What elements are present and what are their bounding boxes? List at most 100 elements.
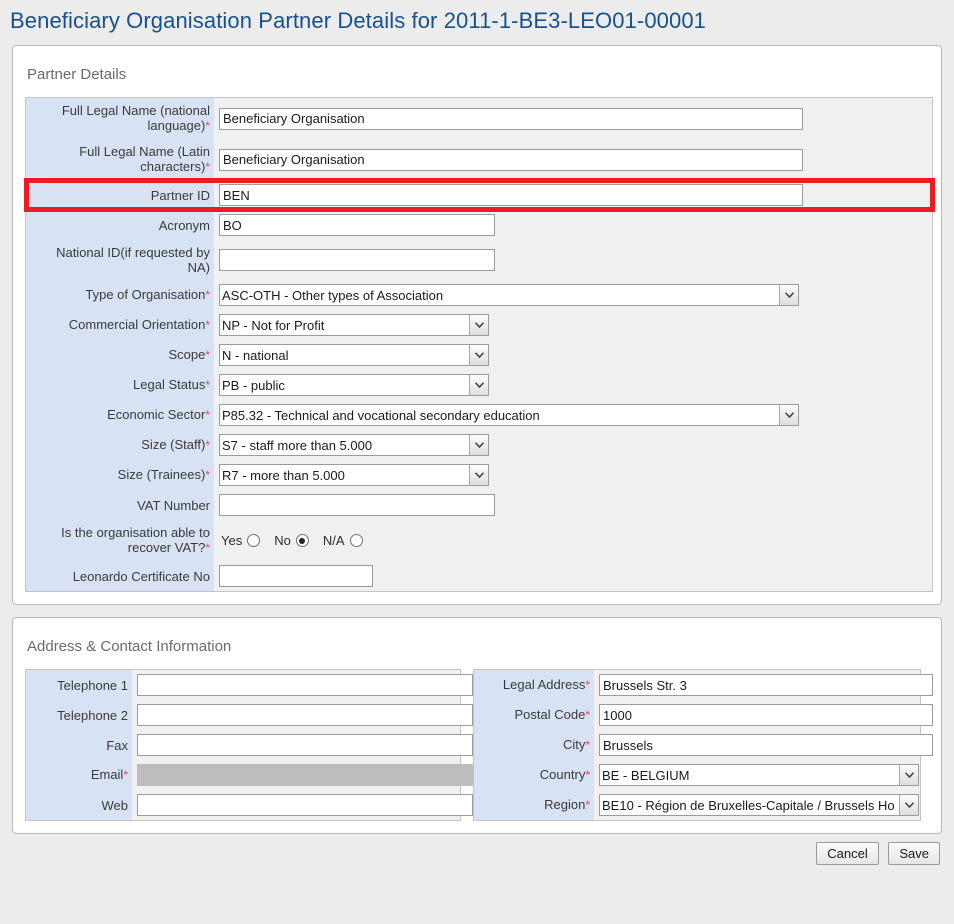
city-input[interactable] <box>599 734 933 756</box>
acronym-input[interactable] <box>219 214 495 236</box>
field-cell-telephone-1 <box>132 670 473 701</box>
field-cell-web <box>132 790 473 821</box>
address-contact-panel: Address & Contact Information Telephone … <box>12 617 942 834</box>
fax-input[interactable] <box>137 734 473 756</box>
field-cell-region: BE10 - Région de Bruxelles-Capitale / Br… <box>594 790 921 821</box>
legal-address-input[interactable] <box>599 674 933 696</box>
form-row-partner-id: Partner ID <box>25 180 933 210</box>
recover-vat-radio-na[interactable] <box>349 534 363 547</box>
field-label-email: Email* <box>25 760 132 790</box>
form-row-full-legal-name-national: Full Legal Name (national language)* <box>25 97 933 139</box>
field-cell-type-of-organisation: ASC-OTH - Other types of Association <box>214 280 933 310</box>
field-label-size-staff: Size (Staff)* <box>25 430 214 460</box>
required-marker: * <box>205 348 210 362</box>
full-legal-name-national-input[interactable] <box>219 107 803 130</box>
field-cell-partner-id <box>214 180 933 210</box>
size-trainees-select[interactable]: R7 - more than 5.000 <box>219 464 489 486</box>
address-contact-body: Telephone 1 Telephone 2 Fax Email* Web Legal… <box>13 655 941 833</box>
form-action-bar: Cancel Save <box>0 834 954 865</box>
required-marker: * <box>205 119 210 133</box>
scope-select-wrapper: N - national <box>219 344 489 366</box>
required-marker: * <box>585 798 590 812</box>
postal-code-input[interactable] <box>599 704 933 726</box>
scope-select[interactable]: N - national <box>219 344 489 366</box>
field-cell-city <box>594 730 933 760</box>
size-staff-select[interactable]: S7 - staff more than 5.000 <box>219 434 489 456</box>
type-of-organisation-select[interactable]: ASC-OTH - Other types of Association <box>219 284 799 306</box>
cancel-button[interactable]: Cancel <box>816 842 879 865</box>
field-label-scope: Scope* <box>25 340 214 370</box>
field-label-full-legal-name-latin: Full Legal Name (Latin characters)* <box>25 139 214 180</box>
field-cell-size-staff: S7 - staff more than 5.000 <box>214 430 933 460</box>
partner-id-input[interactable] <box>219 184 803 206</box>
field-label-partner-id: Partner ID <box>25 180 214 210</box>
form-row-fax: Fax <box>25 730 473 760</box>
form-row-size-staff: Size (Staff)* S7 - staff more than 5.000 <box>25 430 933 460</box>
form-row-country: Country* BE - BELGIUM <box>473 760 921 790</box>
telephone-2-input[interactable] <box>137 704 473 726</box>
economic-sector-select[interactable]: P85.32 - Technical and vocational second… <box>219 404 799 426</box>
form-row-city: City* <box>473 730 933 760</box>
form-row-web: Web <box>25 790 473 821</box>
required-marker: * <box>123 768 128 782</box>
country-select[interactable]: BE - BELGIUM <box>599 764 919 786</box>
field-cell-size-trainees: R7 - more than 5.000 <box>214 460 933 490</box>
required-marker: * <box>585 768 590 782</box>
field-label-recover-vat: Is the organisation able to recover VAT?… <box>25 520 214 561</box>
form-row-commercial-orientation: Commercial Orientation* NP - Not for Prof… <box>25 310 933 340</box>
recover-vat-radio-yes[interactable] <box>247 534 261 547</box>
field-cell-full-legal-name-latin <box>214 139 933 180</box>
form-row-legal-status: Legal Status* PB - public <box>25 370 933 400</box>
form-row-legal-address: Legal Address* <box>473 669 933 700</box>
field-label-legal-address: Legal Address* <box>473 669 594 700</box>
field-cell-postal-code <box>594 700 933 730</box>
required-marker: * <box>205 408 210 422</box>
field-label-region: Region* <box>473 790 594 821</box>
field-cell-leonardo-certificate-no <box>214 561 933 592</box>
save-button[interactable]: Save <box>888 842 940 865</box>
field-cell-recover-vat: Yes No N/A <box>214 520 933 561</box>
full-legal-name-latin-input[interactable] <box>219 148 803 171</box>
national-id-input[interactable] <box>219 249 495 271</box>
field-label-full-legal-name-national: Full Legal Name (national language)* <box>25 97 214 139</box>
field-label-size-trainees: Size (Trainees)* <box>25 460 214 490</box>
contact-information-table: Telephone 1 Telephone 2 Fax Email* Web <box>25 669 473 821</box>
form-row-postal-code: Postal Code* <box>473 700 933 730</box>
recover-vat-option-label-na: N/A <box>322 533 345 548</box>
field-cell-legal-status: PB - public <box>214 370 933 400</box>
recover-vat-option-label-yes: Yes <box>221 533 243 548</box>
field-label-country: Country* <box>473 760 594 790</box>
field-cell-email <box>132 760 473 790</box>
form-row-national-id: National ID(if requested by NA) <box>25 240 933 280</box>
commercial-orientation-select[interactable]: NP - Not for Profit <box>219 314 489 336</box>
field-cell-scope: N - national <box>214 340 933 370</box>
legal-status-select[interactable]: PB - public <box>219 374 489 396</box>
web-input[interactable] <box>137 794 473 816</box>
vat-number-input[interactable] <box>219 494 495 516</box>
field-label-economic-sector: Economic Sector* <box>25 400 214 430</box>
recover-vat-option-label-no: No <box>274 533 291 548</box>
recover-vat-radio-group: Yes No N/A <box>219 530 926 551</box>
field-cell-national-id <box>214 240 933 280</box>
form-row-email: Email* <box>25 760 473 790</box>
form-row-full-legal-name-latin: Full Legal Name (Latin characters)* <box>25 139 933 180</box>
recover-vat-radio-no[interactable] <box>295 534 309 547</box>
form-row-acronym: Acronym <box>25 210 933 240</box>
field-cell-acronym <box>214 210 933 240</box>
telephone-1-input[interactable] <box>137 674 473 696</box>
address-contact-heading: Address & Contact Information <box>27 638 232 655</box>
legal-address-table: Legal Address*Postal Code*City*Country*B… <box>473 669 933 821</box>
field-cell-commercial-orientation: NP - Not for Profit <box>214 310 933 340</box>
field-label-legal-status: Legal Status* <box>25 370 214 400</box>
form-row-leonardo-certificate-no: Leonardo Certificate No <box>25 561 933 592</box>
form-row-scope: Scope* N - national <box>25 340 933 370</box>
field-cell-vat-number <box>214 490 933 520</box>
field-label-commercial-orientation: Commercial Orientation* <box>25 310 214 340</box>
required-marker: * <box>585 678 590 692</box>
field-label-city: City* <box>473 730 594 760</box>
region-select[interactable]: BE10 - Région de Bruxelles-Capitale / Br… <box>599 794 919 816</box>
field-label-fax: Fax <box>25 730 132 760</box>
form-row-telephone-1: Telephone 1 <box>25 669 473 701</box>
required-marker: * <box>205 288 210 302</box>
leonardo-certificate-no-input[interactable] <box>219 565 373 587</box>
